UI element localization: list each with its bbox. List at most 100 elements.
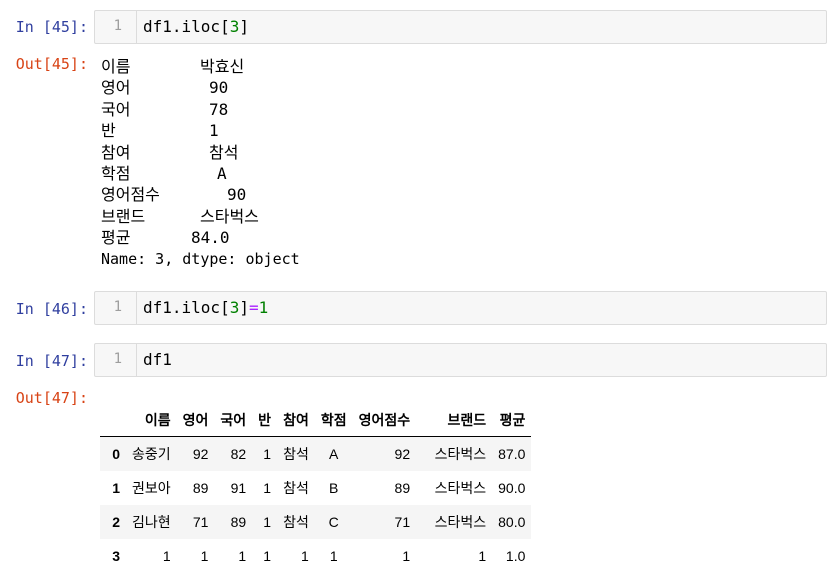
table-cell: 스타벅스 [434,446,487,462]
code-text: ] [239,298,249,317]
table-cell: 89 [192,480,209,496]
series-footer: Name: 3, dtype: object [101,249,300,268]
series-key: 학점 [101,163,131,183]
series-key: 영어 [101,78,131,98]
table-cell: 92 [394,446,411,462]
series-value: 스타벅스 [200,206,259,226]
header-row: 이름 영어 국어 반 참여 학점 영어점수 브랜드 평균 [100,404,532,437]
series-row: 영어점수 90 [101,184,300,205]
series-value: 박효신 [200,57,245,76]
table-cell: 89 [394,480,411,496]
table-cell: 1 [162,548,171,564]
column-header: 국어 [214,404,253,437]
table-cell: 참석 [283,514,309,530]
row-index: 0 [112,446,120,462]
row-index: 2 [112,514,120,530]
series-value: 78 [209,99,229,119]
table-cell: 82 [230,446,247,462]
code-editor-45[interactable]: df1.iloc[3] [143,17,249,36]
table-cell: 스타벅스 [434,514,487,530]
table-row: 2 김나현 71 89 1 참석 C 71 스타벅스 80.0 [100,505,532,539]
table-row: 3 1 1 1 1 1 1 1 1 1.0 [100,539,531,573]
table-cell: 87.0 [498,446,526,462]
table-cell: A [329,446,339,462]
series-row: 브랜드 스타벅스 [101,206,300,227]
table-cell: 권보아 [132,480,171,496]
code-cell-47[interactable]: 1 df1 [94,343,827,377]
series-value: 참석 [209,142,239,162]
table-cell: 1 [263,548,272,564]
table-row: 1 권보아 89 91 1 참석 B 89 스타벅스 90.0 [100,471,531,505]
table-cell: 참석 [283,446,309,462]
series-key: 이름 [101,57,131,76]
table-cell: 80.0 [498,514,526,530]
input-prompt-45: In [45]: [15,18,88,36]
column-header: 참여 [277,404,315,437]
series-key: 국어 [101,99,131,119]
code-text: df1.iloc[ [143,17,230,36]
series-row: 평균 84.0 [101,227,300,248]
output-prompt-45: Out[45]: [15,55,88,73]
code-number: 3 [229,17,240,36]
table-cell: 90.0 [498,480,526,496]
line-number: 1 [113,351,122,367]
table-cell: 1 [200,548,209,564]
code-text: df1.iloc[ [143,298,230,317]
series-row: 국어 78 [101,99,300,120]
column-header: 평균 [492,404,532,437]
table-cell: C [328,514,339,530]
series-key: 참여 [101,142,131,162]
series-value: 1 [209,121,219,141]
series-row: 이름 박효신 [101,56,300,77]
table-row: 0 송중기 92 82 1 참석 A 92 스타벅스 87.0 [100,436,532,471]
series-row: 참여 참석 [101,142,300,163]
series-key: 영어점수 [101,185,160,205]
index-header [100,404,126,437]
line-gutter: 1 [95,11,137,43]
column-header: 학점 [314,404,353,437]
table-cell: 참석 [283,480,309,496]
column-header: 영어 [176,404,215,437]
series-key: 반 [101,121,116,141]
table-cell: 1.0 [505,548,526,564]
table-body: 0 송중기 92 82 1 참석 A 92 스타벅스 87.0 1 권보아 89… [100,436,532,574]
row-index: 3 [112,548,120,564]
table-cell: 1 [329,548,338,564]
series-value: 90 [209,78,229,98]
table-cell: 송중기 [132,446,171,462]
table-cell: 1 [263,480,272,496]
dataframe-table: 이름 영어 국어 반 참여 학점 영어점수 브랜드 평균 0 송중기 92 82… [100,404,532,574]
column-header: 영어점수 [352,404,417,437]
code-cell-46[interactable]: 1 df1.iloc[3]=1 [94,291,827,325]
line-number: 1 [113,18,122,34]
table-cell: 1 [263,514,272,530]
table-cell: 1 [263,446,272,462]
table-cell: 1 [238,548,247,564]
code-cell-45[interactable]: 1 df1.iloc[3] [94,10,827,44]
code-editor-46[interactable]: df1.iloc[3]=1 [143,298,268,317]
code-text: ] [239,17,249,36]
table-cell: 71 [192,514,209,530]
code-editor-47[interactable]: df1 [143,350,172,369]
table-cell: 1 [301,548,309,564]
series-row: 영어 90 [101,77,300,98]
table-cell: 스타벅스 [434,480,487,496]
row-index: 1 [112,480,120,496]
series-value: 90 [227,185,247,205]
series-output: 이름 박효신 영어 90 국어 78 반 1 참여 참석 학점 A 영어점수 90 브랜드 스타… [101,56,300,270]
input-prompt-46: In [46]: [15,300,88,318]
table-cell: B [329,480,339,496]
line-gutter: 1 [95,292,137,324]
code-operator: = [248,298,259,317]
table-cell: 김나현 [132,514,171,530]
line-gutter: 1 [95,344,137,376]
table-cell: 71 [394,514,411,530]
table-cell: 1 [402,548,411,564]
series-value: A [217,163,227,183]
code-number: 3 [229,298,240,317]
series-value: 84.0 [191,228,230,248]
column-header: 반 [252,404,278,437]
series-key: 평균 [101,228,131,248]
column-header: 이름 [126,404,177,437]
table-cell: 1 [478,548,487,564]
